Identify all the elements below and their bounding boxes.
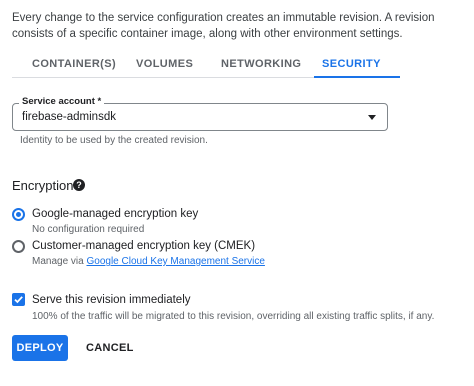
tab-bar: CONTAINER(S) VOLUMES NETWORKING SECURITY xyxy=(12,52,400,78)
service-account-select[interactable]: Service account * firebase-adminsdk xyxy=(12,96,388,131)
manage-via-text: Manage via xyxy=(32,256,87,267)
dropdown-arrow-icon[interactable] xyxy=(368,115,376,120)
serve-immediately-label[interactable]: Serve this revision immediately xyxy=(32,294,191,306)
kms-link[interactable]: Google Cloud Key Management Service xyxy=(86,256,264,267)
google-managed-key-sub: No configuration required xyxy=(32,224,145,235)
radio-customer-managed-key[interactable] xyxy=(12,240,25,253)
customer-managed-key-sub: Manage via Google Cloud Key Management S… xyxy=(32,256,265,267)
tab-volumes[interactable]: VOLUMES xyxy=(136,58,193,70)
service-account-label: Service account * xyxy=(19,96,105,107)
checkmark-icon xyxy=(14,296,23,304)
intro-description: Every change to the service configuratio… xyxy=(12,12,435,40)
tab-networking[interactable]: NETWORKING xyxy=(221,58,301,70)
encryption-heading: Encryption xyxy=(12,178,74,193)
tab-containers[interactable]: CONTAINER(S) xyxy=(32,58,116,70)
serve-immediately-sub: 100% of the traffic will be migrated to … xyxy=(32,311,435,322)
customer-managed-key-label[interactable]: Customer-managed encryption key (CMEK) xyxy=(32,240,255,252)
google-managed-key-label[interactable]: Google-managed encryption key xyxy=(32,208,198,220)
service-account-value: firebase-adminsdk xyxy=(22,111,116,123)
deploy-button[interactable]: DEPLOY xyxy=(12,335,68,361)
service-account-help: Identity to be used by the created revis… xyxy=(20,135,208,146)
radio-google-managed-key[interactable] xyxy=(12,208,25,221)
cancel-button[interactable]: CANCEL xyxy=(80,335,140,361)
serve-immediately-checkbox[interactable] xyxy=(12,293,25,306)
tab-security[interactable]: SECURITY xyxy=(322,58,381,70)
active-tab-indicator xyxy=(314,76,400,78)
question-circle-icon[interactable]: ? xyxy=(73,179,85,191)
